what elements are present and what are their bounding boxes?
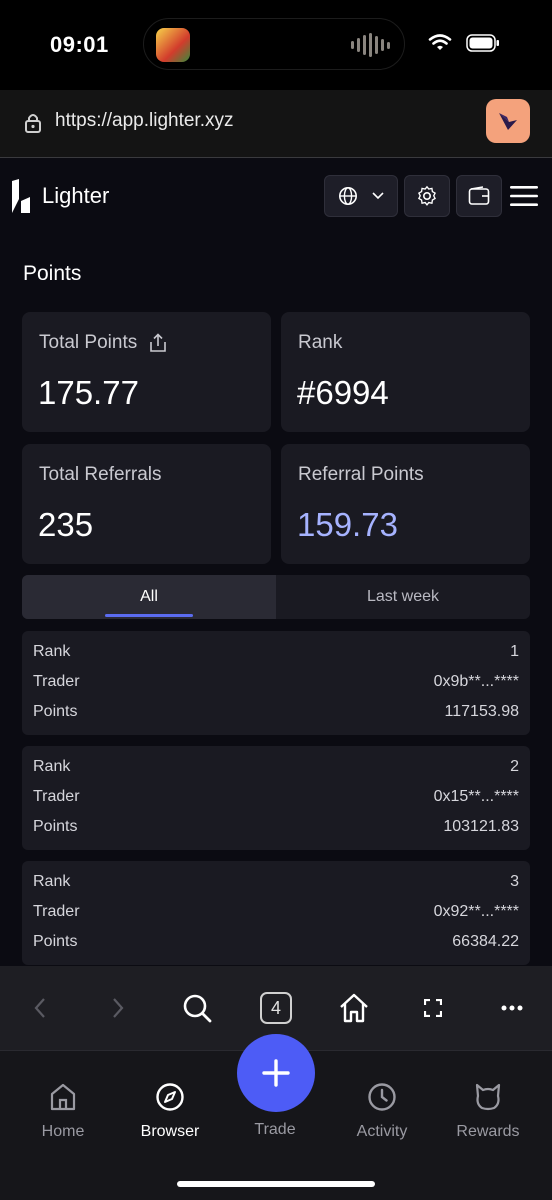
settings-button[interactable] xyxy=(404,175,450,217)
total-referrals-label: Total Referrals xyxy=(39,464,162,485)
trade-button[interactable] xyxy=(237,1034,315,1112)
home-indicator[interactable] xyxy=(177,1181,375,1187)
lighter-brand-icon xyxy=(499,113,517,130)
trader-address: 0x9b**...**** xyxy=(433,673,519,690)
tab-all[interactable]: All xyxy=(22,575,276,619)
nav-home-label: Home xyxy=(41,1123,85,1140)
total-points-card: Total Points 175.77 xyxy=(22,312,271,432)
tab-last-week[interactable]: Last week xyxy=(276,575,530,619)
house-icon xyxy=(340,993,368,1023)
nav-activity-label: Activity xyxy=(356,1123,408,1140)
nav-browser[interactable]: Browser xyxy=(120,1079,220,1141)
audio-waveform-icon xyxy=(351,33,390,57)
gear-icon xyxy=(417,185,436,206)
brand-name: Lighter xyxy=(42,183,110,208)
trader-address: 0x15**...**** xyxy=(433,788,519,805)
home-button[interactable] xyxy=(332,986,376,1030)
period-tabs: All Last week xyxy=(22,575,530,619)
trader-label: Trader xyxy=(33,903,80,920)
rank-card: Rank #6994 xyxy=(281,312,530,432)
rank-value: 3 xyxy=(510,873,519,890)
nav-activity[interactable]: Activity xyxy=(332,1079,432,1141)
chevron-right-icon xyxy=(113,998,124,1018)
rank-label: Rank xyxy=(33,643,71,660)
rank-label: Rank xyxy=(33,873,71,890)
fullscreen-button[interactable] xyxy=(411,986,455,1030)
nav-trade-label: Trade xyxy=(254,1121,296,1138)
referral-points-card: Referral Points 159.73 xyxy=(281,444,530,564)
chevron-left-icon xyxy=(34,998,45,1018)
points-value: 117153.98 xyxy=(444,703,519,720)
language-selector[interactable] xyxy=(324,175,398,217)
rewards-icon xyxy=(475,1083,501,1111)
app-header: Lighter xyxy=(0,159,552,235)
nav-browser-label: Browser xyxy=(140,1123,200,1140)
tab-count: 4 xyxy=(260,992,292,1024)
nav-home[interactable]: Home xyxy=(13,1079,113,1141)
rank-value: 2 xyxy=(510,758,519,775)
rank-value: #6994 xyxy=(297,374,389,411)
nav-rewards-label: Rewards xyxy=(456,1123,520,1140)
rank-label: Rank xyxy=(298,332,343,353)
url-text[interactable]: https://app.lighter.xyz xyxy=(55,110,234,132)
points-label: Points xyxy=(33,703,78,720)
clock-icon xyxy=(368,1083,396,1111)
nav-rewards[interactable]: Rewards xyxy=(438,1079,538,1141)
forward-button[interactable] xyxy=(96,986,140,1030)
page-title: Points xyxy=(23,262,82,285)
globe-icon xyxy=(339,187,357,205)
site-extension-button[interactable] xyxy=(486,99,530,143)
battery-icon xyxy=(466,34,499,52)
expand-icon xyxy=(424,999,442,1017)
share-icon[interactable] xyxy=(149,333,167,353)
tabs-button[interactable]: 4 xyxy=(254,986,298,1030)
lighter-logo[interactable]: Lighter xyxy=(10,179,109,213)
home-icon xyxy=(50,1083,76,1111)
system-icons xyxy=(428,34,500,52)
points-label: Points xyxy=(33,933,78,950)
hamburger-menu-icon[interactable] xyxy=(510,185,538,207)
lighter-logo-icon xyxy=(12,179,30,213)
leaderboard-entry: Rank 2 Trader 0x15**...**** Points 103121.8… xyxy=(22,746,530,850)
rank-value: 1 xyxy=(510,643,519,660)
leaderboard-entry: Rank 3 Trader 0x92**...**** Points 66384.22 xyxy=(22,861,530,965)
search-button[interactable] xyxy=(175,986,219,1030)
leaderboard-entry: Rank 1 Trader 0x9b**...**** Points 117153.9… xyxy=(22,631,530,735)
trader-address: 0x92**...**** xyxy=(433,903,519,920)
rank-label: Rank xyxy=(33,758,71,775)
url-bar[interactable]: https://app.lighter.xyz xyxy=(0,90,552,158)
chevron-down-icon xyxy=(372,192,384,200)
clock: 09:01 xyxy=(50,32,109,57)
trader-label: Trader xyxy=(33,673,80,690)
back-button[interactable] xyxy=(18,986,62,1030)
more-button[interactable] xyxy=(490,986,534,1030)
referral-points-value: 159.73 xyxy=(297,506,398,543)
total-points-label: Total Points xyxy=(39,332,138,353)
referral-points-label: Referral Points xyxy=(298,464,424,485)
wifi-icon xyxy=(428,34,452,50)
total-referrals-card: Total Referrals 235 xyxy=(22,444,271,564)
total-points-value: 175.77 xyxy=(38,374,139,411)
status-bar: 09:01 xyxy=(0,0,552,90)
search-icon xyxy=(183,994,212,1023)
plus-icon xyxy=(262,1059,290,1087)
points-value: 66384.22 xyxy=(452,933,519,950)
lock-icon xyxy=(25,114,41,133)
now-playing-app-icon xyxy=(156,28,190,62)
dynamic-island xyxy=(143,18,405,70)
points-label: Points xyxy=(33,818,78,835)
wallet-button[interactable] xyxy=(456,175,502,217)
wallet-icon xyxy=(468,186,490,205)
compass-icon xyxy=(156,1083,184,1111)
points-value: 103121.83 xyxy=(443,818,519,835)
more-dots-icon xyxy=(501,1005,523,1011)
total-referrals-value: 235 xyxy=(38,506,94,543)
trader-label: Trader xyxy=(33,788,80,805)
